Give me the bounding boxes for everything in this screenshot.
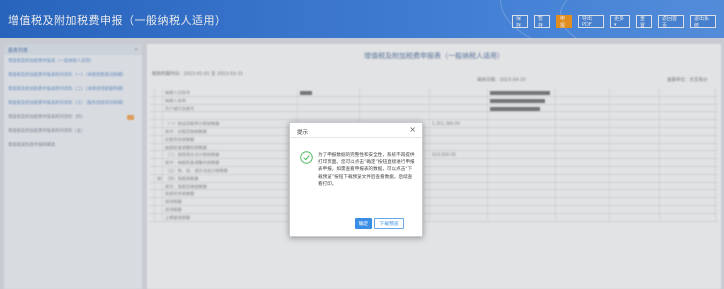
- alert-dialog: 提示 × 为了申报数据的完整性和安全性，系统不再提供打印页面。您可以点击“确定”…: [289, 122, 423, 237]
- dialog-divider: [290, 137, 422, 138]
- download-preview-button[interactable]: 下载预览: [374, 218, 404, 229]
- check-circle-icon: [300, 151, 313, 164]
- dialog-title: 提示: [297, 130, 309, 136]
- dialog-message: 为了申报数据的完整性和安全性，系统不再提供打印页面。您可以点击“确定”按钮直接进…: [318, 153, 415, 187]
- confirm-button[interactable]: 确定: [355, 218, 372, 229]
- close-icon[interactable]: ×: [409, 126, 416, 134]
